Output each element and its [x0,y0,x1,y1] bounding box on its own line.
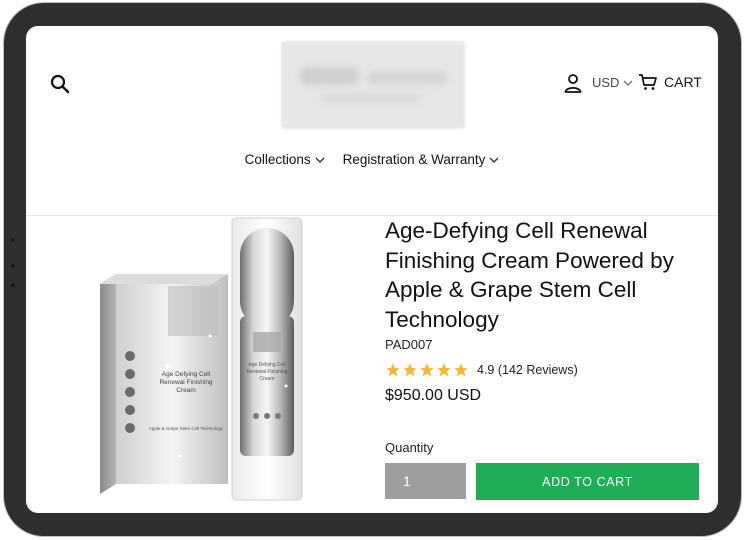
chevron-down-icon [315,157,325,163]
nav-item-registration-warranty[interactable]: Registration & Warranty [343,152,500,167]
cart-link[interactable]: CART [638,73,702,91]
rating-stars [385,362,469,378]
nav-item-collections[interactable]: Collections [245,152,325,167]
product-price: $950.00 USD [385,387,482,404]
nav-item-label: Collections [244,152,311,167]
side-sensor [11,238,15,242]
svg-text:Cream: Cream [259,376,274,382]
side-sensor [11,283,15,287]
star-icon [420,363,434,377]
side-sensor [11,264,15,268]
svg-text:Age Defying Cell: Age Defying Cell [248,362,285,368]
product-sku: PAD007 [385,337,433,352]
add-to-cart-button[interactable]: ADD TO CART [476,463,699,500]
currency-label: USD [592,75,620,90]
svg-text:Apple & Grape Stem Cell Techno: Apple & Grape Stem Cell Technology [149,426,224,431]
star-icon [437,363,451,377]
tablet-frame: USD CART Collections Registration & Warr… [0,0,745,540]
svg-text:Renewal Finishing: Renewal Finishing [159,379,212,386]
quantity-input[interactable] [385,463,466,499]
chevron-down-icon [489,157,499,163]
account-icon[interactable] [562,72,584,94]
star-icon [403,363,417,377]
star-icon [454,363,468,377]
browser-screen: USD CART Collections Registration & Warr… [26,26,718,513]
cart-label: CART [664,74,702,90]
cart-icon [639,74,657,90]
quantity-label: Quantity [385,440,434,455]
nav-item-label: Registration & Warranty [342,152,486,167]
chevron-down-icon [623,80,633,86]
rating-text: 4.9 (142 Reviews) [477,363,578,377]
star-icon [386,363,400,377]
product-image[interactable]: Age Defying Cell Renewal Finishing Cream… [90,216,338,506]
svg-text:Renewal Finishing: Renewal Finishing [247,369,288,375]
main-navigation: Collections Registration & Warranty [26,152,718,167]
product-title: Age-Defying Cell Renewal Finishing Cream… [385,218,674,332]
search-icon[interactable] [48,72,72,96]
store-logo[interactable] [281,41,465,129]
svg-text:Cream: Cream [176,387,196,394]
product-rating[interactable]: 4.9 (142 Reviews) [385,362,578,378]
currency-selector[interactable]: USD [592,75,633,90]
svg-text:Age Defying Cell: Age Defying Cell [162,371,211,378]
